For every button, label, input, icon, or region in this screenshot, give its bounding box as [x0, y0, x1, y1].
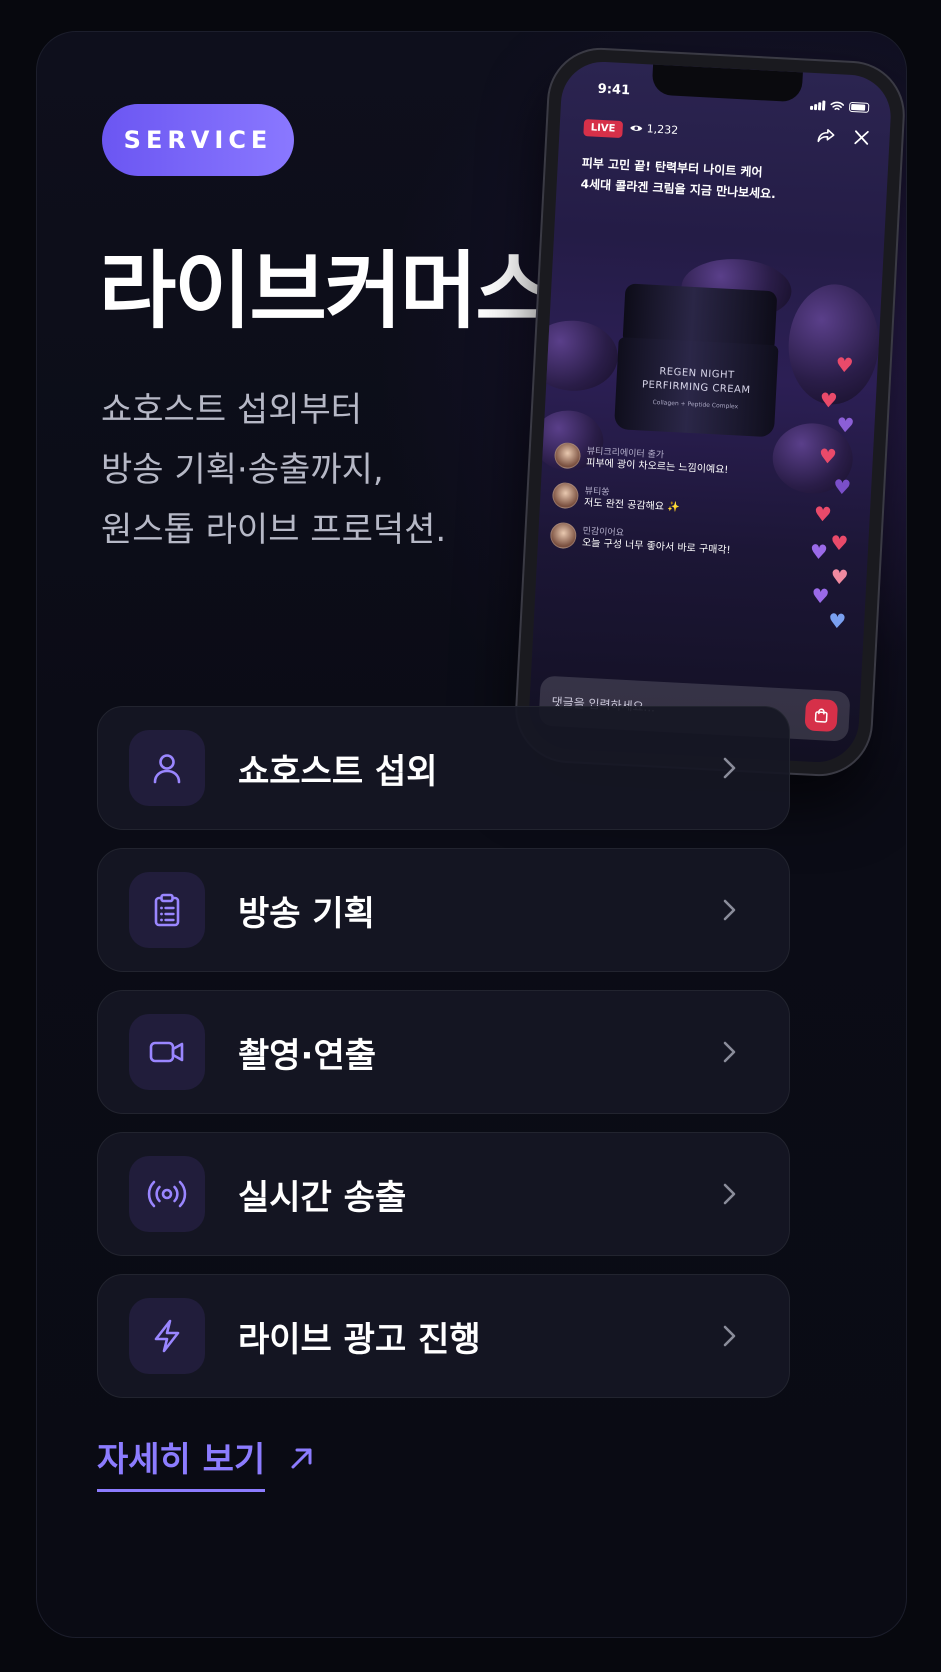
description-line: 방송 기획·송출까지,	[101, 450, 384, 490]
jar-body: REGEN NIGHT PERFIRMING CREAM Collagen + …	[613, 337, 779, 438]
chevron-right-icon	[723, 1325, 736, 1347]
eye-icon	[630, 125, 643, 131]
heart-icon: ♥	[829, 564, 850, 590]
menu-item-planning[interactable]: 방송 기획	[97, 848, 790, 972]
heart-icon: ♥	[832, 474, 852, 500]
signal-icon	[809, 99, 826, 111]
chevron-right-icon	[723, 1183, 736, 1205]
status-time: 9:41	[597, 81, 631, 99]
menu-item-live-ads[interactable]: 라이브 광고 진행	[97, 1274, 790, 1398]
share-icon[interactable]	[817, 127, 836, 149]
stream-caption: 피부 고민 끝! 탄력부터 나이트 케어 4세대 콜라겐 크림을 지금 만나보세…	[580, 153, 832, 208]
menu-item-label: 촬영·연출	[238, 1035, 377, 1076]
broadcast-icon	[129, 1156, 205, 1232]
page-title: 라이브커머스	[99, 242, 553, 340]
more-link[interactable]: 자세히 보기	[97, 1432, 317, 1492]
avatar	[553, 441, 582, 470]
status-icons	[809, 95, 870, 117]
menu-item-label: 쇼호스트 섭외	[238, 751, 438, 792]
heart-icon: ♥	[810, 583, 831, 609]
product-subtitle: Collagen + Peptide Complex	[652, 398, 739, 410]
product-jar: REGEN NIGHT PERFIRMING CREAM Collagen + …	[613, 283, 782, 441]
viewer-count-value: 1,232	[646, 122, 679, 137]
phone-mockup: 9:41 LIVE 1,232 피부 고민 끝! 탄력부터 나이트 케어 4세대…	[514, 47, 906, 777]
live-stream-screen: 9:41 LIVE 1,232 피부 고민 끝! 탄력부터 나이트 케어 4세대…	[527, 59, 893, 765]
more-link-label: 자세히 보기	[97, 1432, 266, 1492]
service-menu: 쇼호스트 섭외 방송 기획 촬영·연출 실시간 송출 라이브 광고 진행	[97, 706, 790, 1416]
service-badge: SERVICE	[102, 104, 294, 176]
battery-icon	[848, 101, 870, 113]
menu-item-label: 실시간 송출	[238, 1177, 407, 1218]
heart-icon: ♥	[829, 530, 849, 556]
heart-icon: ♥	[819, 387, 839, 413]
chevron-right-icon	[723, 899, 736, 921]
menu-item-filming[interactable]: 촬영·연출	[97, 990, 790, 1114]
avatar	[551, 481, 580, 510]
heart-icon: ♥	[835, 352, 855, 378]
viewer-count: 1,232	[629, 121, 679, 137]
heart-icon: ♥	[818, 443, 838, 469]
chevron-right-icon	[723, 757, 736, 779]
comment-feed: 뷰티크리에이터 출가 피부에 광이 차오르는 느낌이예요! 뷰티쏭 저도 완전 …	[549, 441, 785, 574]
menu-item-label: 라이브 광고 진행	[238, 1319, 481, 1360]
menu-item-showhost[interactable]: 쇼호스트 섭외	[97, 706, 790, 830]
menu-item-label: 방송 기획	[238, 893, 375, 934]
stream-actions	[817, 127, 870, 151]
chevron-right-icon	[723, 1041, 736, 1063]
comment-item: 민감이어요 오늘 구성 너무 좋아서 바로 구매각!	[549, 521, 781, 560]
arrow-up-right-icon	[291, 1448, 312, 1469]
menu-item-broadcast[interactable]: 실시간 송출	[97, 1132, 790, 1256]
shopping-bag-button[interactable]	[804, 698, 839, 733]
service-card: SERVICE 라이브커머스 쇼호스트 섭외부터 방송 기획·송출까지, 원스톱…	[36, 31, 907, 1638]
heart-icon: ♥	[827, 608, 847, 634]
video-camera-icon	[129, 1014, 205, 1090]
heart-icon: ♥	[809, 539, 829, 565]
avatar	[549, 521, 577, 550]
description-line: 쇼호스트 섭외부터	[101, 390, 363, 430]
service-description: 쇼호스트 섭외부터 방송 기획·송출까지, 원스톱 라이브 프로덕션.	[101, 380, 446, 560]
live-badge: LIVE	[583, 119, 623, 139]
description-line: 원스톱 라이브 프로덕션.	[101, 510, 447, 550]
heart-icon: ♥	[835, 412, 856, 438]
comment-item: 뷰티쏭 저도 완전 공감해요 ✨	[551, 481, 783, 520]
clipboard-icon	[129, 872, 205, 948]
close-icon[interactable]	[853, 129, 870, 151]
shopping-bag-icon	[814, 708, 828, 723]
wifi-icon	[830, 96, 845, 116]
person-icon	[129, 730, 205, 806]
heart-icon: ♥	[813, 501, 833, 527]
lightning-icon	[129, 1298, 205, 1374]
